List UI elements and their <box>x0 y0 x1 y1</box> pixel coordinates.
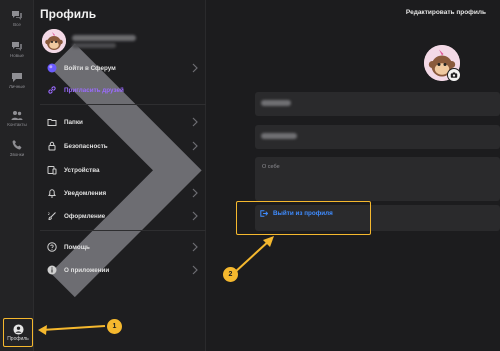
chat-bubbles-icon <box>12 11 22 20</box>
chevron-right-icon <box>192 117 198 127</box>
menu-item-label: О приложении <box>64 266 110 274</box>
menu-item-label: Помощь <box>64 243 90 251</box>
app-window: Все Новые Личные Контакты Звонки Профиль… <box>0 0 500 351</box>
chevron-right-icon <box>192 242 198 252</box>
monkey-avatar-icon <box>42 29 66 53</box>
about-placeholder: О себе <box>262 164 280 170</box>
menu-item-security[interactable]: Безопасность <box>34 136 206 156</box>
sphere-login-item[interactable]: Войти в Сферум <box>34 58 206 78</box>
menu-item-label: Оформление <box>64 212 106 220</box>
brush-icon <box>48 212 56 221</box>
menu-item-label: Устройства <box>64 166 100 174</box>
bell-icon <box>48 189 56 198</box>
info-icon <box>47 265 57 275</box>
sphere-login-label: Войти в Сферум <box>64 64 116 72</box>
chevron-right-icon <box>192 63 198 73</box>
chevron-right-icon <box>192 188 198 198</box>
menu-item-folders[interactable]: Папки <box>34 112 206 132</box>
rail-item-calls[interactable]: Звонки <box>0 139 34 157</box>
first-name-redacted <box>261 100 291 106</box>
contacts-icon <box>11 111 23 120</box>
invite-friends-item[interactable]: Пригласить друзей <box>34 80 206 100</box>
divider <box>40 230 206 231</box>
highlight-box <box>236 201 371 235</box>
sphere-icon <box>47 63 57 73</box>
rail-item-label: Звонки <box>9 152 25 157</box>
rail-item-personal[interactable]: Личные <box>0 71 34 89</box>
menu-item-help[interactable]: Помощь <box>34 237 206 257</box>
menu-item-notifications[interactable]: Уведомления <box>34 183 206 203</box>
profile-phone-redacted <box>72 43 116 48</box>
profile-name-redacted <box>72 35 136 41</box>
rail-item-label: Все <box>13 22 21 27</box>
last-name-field[interactable] <box>255 125 500 149</box>
edit-profile-area: Редактировать профиль О себе Выйти из пр… <box>207 0 500 351</box>
user-circle-icon <box>12 323 24 335</box>
chevron-right-icon <box>192 211 198 221</box>
last-name-redacted <box>261 133 297 139</box>
rail-item-label: Контакты <box>7 122 27 127</box>
rail-item-all[interactable]: Все <box>0 9 34 27</box>
profile-card[interactable] <box>34 27 206 298</box>
menu-item-label: Уведомления <box>64 189 107 197</box>
menu-item-label: Безопасность <box>64 142 108 150</box>
callout-badge-one: 1 <box>107 319 122 334</box>
change-photo-button[interactable] <box>447 68 461 82</box>
invite-friends-label: Пригласить друзей <box>64 86 124 94</box>
chevron-right-icon <box>192 141 198 151</box>
rail-item-label: Новые <box>10 53 24 58</box>
divider <box>40 104 206 105</box>
camera-icon <box>450 72 458 78</box>
lock-icon <box>48 141 56 151</box>
help-icon <box>47 242 57 252</box>
edit-profile-title: Редактировать профиль <box>405 9 486 16</box>
nav-rail: Все Новые Личные Контакты Звонки Профиль <box>0 0 34 351</box>
link-icon <box>48 86 56 94</box>
phone-icon <box>12 140 22 150</box>
about-field[interactable]: О себе <box>255 157 500 201</box>
first-name-field[interactable] <box>255 92 500 116</box>
chat-bubbles-icon <box>12 42 22 51</box>
rail-item-new[interactable]: Новые <box>0 40 34 58</box>
rail-item-label: Профиль <box>7 335 29 342</box>
chevron-right-icon <box>192 165 198 175</box>
chat-bubble-icon <box>12 73 22 82</box>
menu-item-about[interactable]: О приложении <box>34 260 206 280</box>
menu-item-appearance[interactable]: Оформление <box>34 206 206 226</box>
avatar <box>42 29 66 53</box>
devices-icon <box>47 166 57 175</box>
rail-item-label: Личные <box>8 84 26 89</box>
folder-icon <box>47 119 57 126</box>
rail-item-contacts[interactable]: Контакты <box>0 109 34 127</box>
chevron-right-icon <box>192 265 198 275</box>
menu-item-label: Папки <box>64 118 83 126</box>
menu-item-devices[interactable]: Устройства <box>34 160 206 180</box>
profile-panel: Профиль Войти в Сферум Пригласить друзей… <box>34 0 206 351</box>
page-title: Профиль <box>40 7 97 21</box>
rail-item-profile[interactable]: Профиль <box>3 318 33 347</box>
callout-badge-two: 2 <box>223 267 238 282</box>
